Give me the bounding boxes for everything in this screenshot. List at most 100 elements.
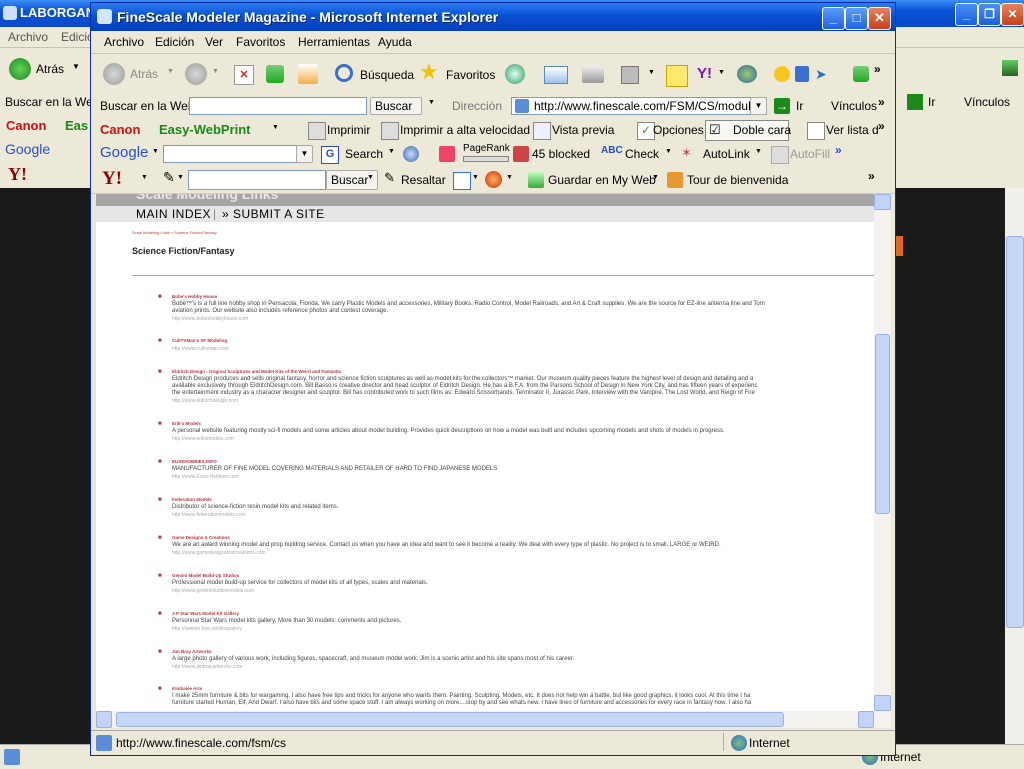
home-icon[interactable] bbox=[298, 64, 318, 84]
scroll-right-icon[interactable] bbox=[858, 711, 874, 728]
go-arrow-icon[interactable] bbox=[907, 94, 923, 110]
main-index-link[interactable]: MAIN INDEX bbox=[136, 207, 211, 221]
entry-title[interactable]: EUSEHOBBIES INFO bbox=[172, 459, 217, 464]
address-input[interactable]: http://www.finescale.com/FSM/CS/modules/… bbox=[511, 97, 767, 115]
entry-title[interactable]: CultTVMan's SF Modeling bbox=[172, 338, 227, 343]
add-icon[interactable] bbox=[528, 172, 544, 188]
toolbar-icon[interactable] bbox=[795, 66, 809, 82]
yahoo-search-input[interactable] bbox=[188, 170, 326, 190]
close-icon[interactable]: ✕ bbox=[1001, 3, 1024, 26]
autolink-button[interactable]: AutoLink bbox=[703, 147, 750, 161]
back-label[interactable]: Atrás bbox=[36, 62, 64, 76]
close-icon[interactable]: ✕ bbox=[868, 7, 891, 30]
links-label[interactable]: Vínculos bbox=[964, 95, 1010, 109]
spellcheck-icon[interactable]: ABC bbox=[601, 145, 623, 156]
dropdown-arrow-icon[interactable]: ▼ bbox=[718, 69, 725, 76]
google-g-icon[interactable]: G bbox=[321, 146, 339, 164]
highlight-pen-icon[interactable]: ✎ bbox=[384, 170, 395, 186]
fast-print-button[interactable]: Imprimir a alta velocidad bbox=[400, 123, 530, 137]
print-icon[interactable] bbox=[308, 122, 326, 140]
pencil-icon[interactable]: ✎ bbox=[163, 169, 175, 186]
note-icon[interactable] bbox=[666, 65, 688, 87]
preview-button[interactable]: Vista previa bbox=[552, 123, 614, 137]
menu-edicion[interactable]: Edició bbox=[61, 30, 94, 44]
dropdown-arrow-icon[interactable]: ▼ bbox=[177, 174, 184, 181]
print-icon[interactable] bbox=[582, 66, 604, 83]
back-arrow-icon[interactable] bbox=[103, 63, 125, 85]
dropdown-arrow-icon[interactable]: ▼ bbox=[755, 148, 762, 155]
autofill-icon[interactable] bbox=[771, 146, 789, 164]
minimize-icon[interactable]: _ bbox=[955, 3, 978, 26]
chevron-icon[interactable]: » bbox=[878, 119, 885, 133]
forward-arrow-icon[interactable] bbox=[185, 63, 207, 85]
messenger-icon[interactable] bbox=[737, 65, 757, 83]
refresh-icon[interactable] bbox=[853, 66, 869, 82]
entry-url[interactable]: http://www.bobeshobbyhouse.com bbox=[172, 316, 248, 322]
chevron-icon[interactable]: » bbox=[878, 95, 885, 109]
submit-site-link[interactable]: » SUBMIT A SITE bbox=[222, 207, 325, 221]
entry-title[interactable]: J-P Star Wars Model Kit Gallery bbox=[172, 611, 239, 616]
dropdown-arrow-icon[interactable]: ▼ bbox=[428, 99, 435, 106]
menu-ver[interactable]: Ver bbox=[205, 35, 223, 49]
go-label[interactable]: Ir bbox=[928, 95, 935, 109]
menu-ayuda[interactable]: Ayuda bbox=[378, 35, 412, 49]
blocked-count[interactable]: 45 blocked bbox=[532, 147, 590, 161]
welcome-tour-button[interactable]: Tour de bienvenida bbox=[687, 173, 788, 187]
dropdown-arrow-icon[interactable]: ▼ bbox=[212, 68, 219, 75]
links-label[interactable]: Vínculos bbox=[831, 99, 877, 113]
dropdown-arrow-icon[interactable]: ▼ bbox=[648, 69, 655, 76]
autolink-icon[interactable]: ✶ bbox=[681, 145, 692, 161]
entry-title[interactable]: Game Designs & Creations bbox=[172, 535, 230, 540]
google-search-button[interactable]: Search bbox=[345, 147, 383, 161]
duplex-toggle[interactable]: ☑ Doble cara bbox=[705, 120, 791, 141]
web-search-input[interactable] bbox=[189, 97, 367, 115]
vertical-scrollbar[interactable] bbox=[874, 194, 891, 711]
menu-herramientas[interactable]: Herramientas bbox=[298, 35, 370, 49]
entry-url[interactable]: http://www.gamedesignsandcreations.com bbox=[172, 550, 266, 556]
scroll-thumb[interactable] bbox=[875, 334, 890, 514]
entry-url[interactable]: http://www.geministudiosmodels.com bbox=[172, 588, 254, 594]
dropdown-arrow-icon[interactable]: ▼ bbox=[167, 68, 174, 75]
news-icon[interactable] bbox=[439, 146, 455, 162]
dropdown-arrow-icon[interactable]: ▼ bbox=[72, 62, 80, 71]
yahoo-icon[interactable]: Y! bbox=[697, 65, 712, 82]
search-label[interactable]: Búsqueda bbox=[360, 68, 414, 82]
scroll-thumb[interactable] bbox=[116, 712, 784, 727]
entry-title[interactable]: Bobe's Hobby House bbox=[172, 294, 217, 299]
print-button[interactable]: Imprimir bbox=[327, 123, 370, 137]
go-arrow-icon[interactable]: → bbox=[774, 98, 790, 114]
dropdown-arrow-icon[interactable]: ▼ bbox=[472, 174, 479, 181]
back-arrow-icon[interactable] bbox=[9, 58, 31, 80]
scroll-left-icon[interactable] bbox=[96, 711, 112, 728]
entry-url[interactable]: http://www.jimbrayartworks.com bbox=[172, 664, 242, 670]
google-search-input[interactable] bbox=[163, 145, 311, 163]
breadcrumb[interactable]: Scale Modeling Links » Science Fiction/F… bbox=[132, 230, 217, 235]
refresh-icon[interactable] bbox=[266, 65, 284, 83]
dropdown-arrow-icon[interactable]: ▼ bbox=[152, 148, 159, 155]
dropdown-arrow-icon[interactable]: ▼ bbox=[665, 148, 672, 155]
window-icon[interactable] bbox=[453, 172, 471, 190]
highlight-button[interactable]: Resaltar bbox=[401, 173, 446, 187]
restore-icon[interactable]: ❐ bbox=[978, 3, 1001, 26]
menu-edicion[interactable]: Edición bbox=[155, 35, 194, 49]
globe-icon[interactable] bbox=[403, 146, 419, 162]
preview-icon[interactable] bbox=[533, 122, 551, 140]
background-scrollbar[interactable] bbox=[1005, 188, 1024, 744]
autofill-button[interactable]: AutoFill bbox=[790, 147, 830, 161]
options-button[interactable]: Opciones bbox=[653, 123, 704, 137]
back-label[interactable]: Atrás bbox=[130, 67, 158, 81]
dropdown-arrow-icon[interactable]: ▼ bbox=[367, 174, 374, 181]
entry-url[interactable]: http://www.federationmodels.com bbox=[172, 512, 246, 518]
search-button[interactable]: Buscar bbox=[370, 97, 422, 115]
list-button[interactable]: Ver lista d bbox=[826, 123, 879, 137]
favorites-label[interactable]: Favoritos bbox=[446, 68, 495, 82]
dropdown-arrow-icon[interactable]: ▼ bbox=[388, 148, 395, 155]
chevron-icon[interactable]: » bbox=[868, 169, 875, 183]
dropdown-arrow-icon[interactable]: ▼ bbox=[652, 174, 659, 181]
entry-url[interactable]: http://www.culttvman.com bbox=[172, 346, 229, 352]
entry-title[interactable]: Jim Bray Artworks bbox=[172, 649, 212, 654]
minimize-icon[interactable]: _ bbox=[822, 7, 845, 30]
go-label[interactable]: Ir bbox=[796, 99, 803, 113]
edit-icon[interactable] bbox=[621, 66, 639, 84]
chevron-icon[interactable]: » bbox=[874, 62, 881, 76]
